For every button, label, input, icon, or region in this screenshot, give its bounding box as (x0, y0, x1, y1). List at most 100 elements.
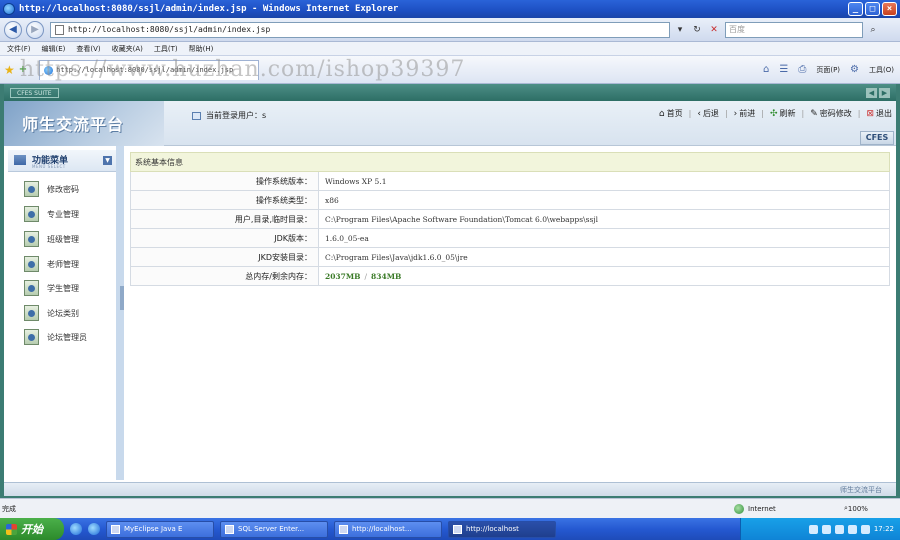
tray-icon[interactable] (834, 524, 844, 534)
search-icon[interactable]: ⌕ (866, 23, 880, 37)
home-icon[interactable]: ⌂ (763, 64, 769, 75)
dropdown-icon[interactable]: ▾ (673, 23, 687, 37)
document-icon (24, 280, 39, 296)
search-input[interactable]: 百度 (725, 21, 863, 38)
arrow-right-icon[interactable]: ▶ (879, 87, 890, 98)
divider: | (801, 109, 805, 118)
task-sqlserver[interactable]: SQL Server Enter... (220, 520, 328, 538)
quicklaunch-ie-icon[interactable] (70, 523, 82, 535)
sidebar-item-students[interactable]: 学生管理 (24, 279, 79, 297)
back-link[interactable]: ‹ 后退 (697, 108, 719, 119)
refresh-icon[interactable]: ↻ (690, 23, 704, 37)
sidebar: 功能菜单 MENU SELECT ▼ 修改密码 专业管理 班级管理 老师管理 学… (4, 146, 120, 480)
app-footer: 师生交流平台 (4, 482, 896, 496)
row-label: JDK版本： (130, 228, 319, 248)
user-icon (192, 111, 201, 120)
change-password-label: 密码修改 (819, 109, 852, 118)
favorites-bar: ★ + http://localhost:8080/ssjl/admin/ind… (0, 56, 900, 84)
sidebar-item-forum-admins[interactable]: 论坛管理员 (24, 328, 87, 346)
app-icon (111, 524, 120, 534)
divider: | (857, 109, 861, 118)
menu-subtitle: MENU SELECT (32, 164, 66, 169)
sidebar-item-label: 论坛管理员 (47, 332, 87, 342)
refresh-link[interactable]: ✣ 刷新 (770, 108, 796, 119)
sidebar-splitter[interactable] (120, 146, 124, 480)
start-button[interactable]: 开始 (0, 518, 64, 540)
row-label: JKD安装目录： (130, 247, 319, 267)
home-link[interactable]: ⌂ 首页 (659, 108, 683, 119)
arrow-left-icon[interactable]: ◀ (866, 87, 877, 98)
menu-help[interactable]: 帮助(H) (189, 44, 214, 54)
sidebar-item-change-password[interactable]: 修改密码 (24, 180, 79, 198)
close-button[interactable]: × (882, 2, 897, 16)
zoom-control[interactable]: ⌕ 100% (844, 504, 894, 513)
app-logo: 师生交流平台 (22, 115, 125, 134)
tray-icon[interactable] (821, 524, 831, 534)
document-icon (24, 231, 39, 247)
print-icon[interactable]: ⎙ (798, 64, 806, 75)
logo-banner: 师生交流平台 (4, 101, 164, 146)
row-value: Windows XP 5.1 (318, 171, 890, 191)
divider: | (688, 109, 692, 118)
quicklaunch-app-icon[interactable] (88, 523, 100, 535)
menu-favorites[interactable]: 收藏夹(A) (112, 44, 143, 54)
feeds-icon[interactable]: ☰ (779, 64, 788, 75)
url-text: http://localhost:8080/ssjl/admin/index.j… (68, 25, 271, 34)
sidebar-item-teachers[interactable]: 老师管理 (24, 255, 79, 273)
minimize-button[interactable]: _ (848, 2, 863, 16)
tray-icon[interactable] (860, 524, 870, 534)
collapse-icon[interactable]: ▼ (103, 156, 112, 165)
window-titlebar[interactable]: http://localhost:8080/ssjl/admin/index.j… (0, 0, 900, 18)
memory-free: 834MB (371, 271, 402, 281)
maximize-button[interactable]: □ (865, 2, 880, 16)
table-header-row: 系统基本信息 (130, 152, 890, 172)
small-logo: CFES SUITE (10, 87, 59, 98)
forward-button[interactable]: ▶ (26, 20, 44, 39)
security-zone[interactable]: Internet (734, 503, 844, 514)
table-row: JKD安装目录： C:\Program Files\Java\jdk1.6.0_… (130, 247, 890, 267)
logout-link[interactable]: ⊠ 退出 (866, 108, 892, 119)
url-input[interactable]: http://localhost:8080/ssjl/admin/index.j… (50, 21, 670, 38)
footer-text: 师生交流平台 (840, 486, 882, 494)
sidebar-item-classes[interactable]: 班级管理 (24, 230, 79, 248)
back-label: 后退 (702, 109, 719, 118)
splitter-grip[interactable] (120, 286, 124, 310)
system-info-table: 系统基本信息 操作系统版本： Windows XP 5.1 操作系统类型： x8… (130, 152, 890, 286)
row-value: 1.6.0_05-ea (318, 228, 890, 248)
task-myeclipse[interactable]: MyEclipse Java E (106, 520, 214, 538)
top-actions: ⌂ 首页 | ‹ 后退 | › 前进 | ✣ 刷新 | ✎ 密码修改 | ⊠ 退出 (653, 108, 892, 119)
forward-link[interactable]: › 前进 (734, 108, 756, 119)
favorites-star-icon[interactable]: ★ (4, 63, 15, 77)
back-icon: ‹ (697, 108, 701, 119)
task-ie-1[interactable]: http://localhost... (334, 520, 442, 538)
add-favorite-icon[interactable]: + (19, 64, 27, 75)
forward-icon: › (733, 108, 738, 119)
change-password-link[interactable]: ✎ 密码修改 (810, 108, 852, 119)
tools-menu[interactable]: 工具(O) (869, 65, 894, 75)
password-icon: ✎ (810, 108, 818, 119)
ie-logo-icon (3, 3, 15, 15)
sidebar-item-label: 专业管理 (47, 209, 79, 219)
page-menu[interactable]: 页面(P) (816, 65, 840, 75)
stop-icon[interactable]: ✕ (707, 23, 721, 37)
menu-tools[interactable]: 工具(T) (154, 44, 178, 54)
window-title: http://localhost:8080/ssjl/admin/index.j… (19, 4, 399, 14)
menu-edit[interactable]: 编辑(E) (42, 44, 66, 54)
gear-icon[interactable]: ⚙ (850, 64, 859, 75)
tray-icon[interactable] (847, 524, 857, 534)
back-button[interactable]: ◀ (4, 20, 22, 39)
app-icon (225, 524, 234, 534)
tab-title: http://localhost:8080/ssjl/admin/index.j… (56, 66, 234, 74)
menu-file[interactable]: 文件(F) (7, 44, 31, 54)
sidebar-item-label: 修改密码 (47, 184, 79, 194)
row-value: C:\Program Files\Apache Software Foundat… (318, 209, 890, 229)
task-ie-2[interactable]: http://localhost (448, 520, 556, 538)
sidebar-item-majors[interactable]: 专业管理 (24, 205, 79, 223)
current-user: 当前登录用户：s (192, 110, 266, 121)
menu-view[interactable]: 查看(V) (76, 44, 100, 54)
memory-value: 2037MB/834MB (318, 266, 890, 286)
page-icon (55, 24, 64, 35)
sidebar-item-forum-categories[interactable]: 论坛类别 (24, 304, 79, 322)
tray-icon[interactable] (808, 524, 818, 534)
browser-tab[interactable]: http://localhost:8080/ssjl/admin/index.j… (39, 59, 260, 80)
